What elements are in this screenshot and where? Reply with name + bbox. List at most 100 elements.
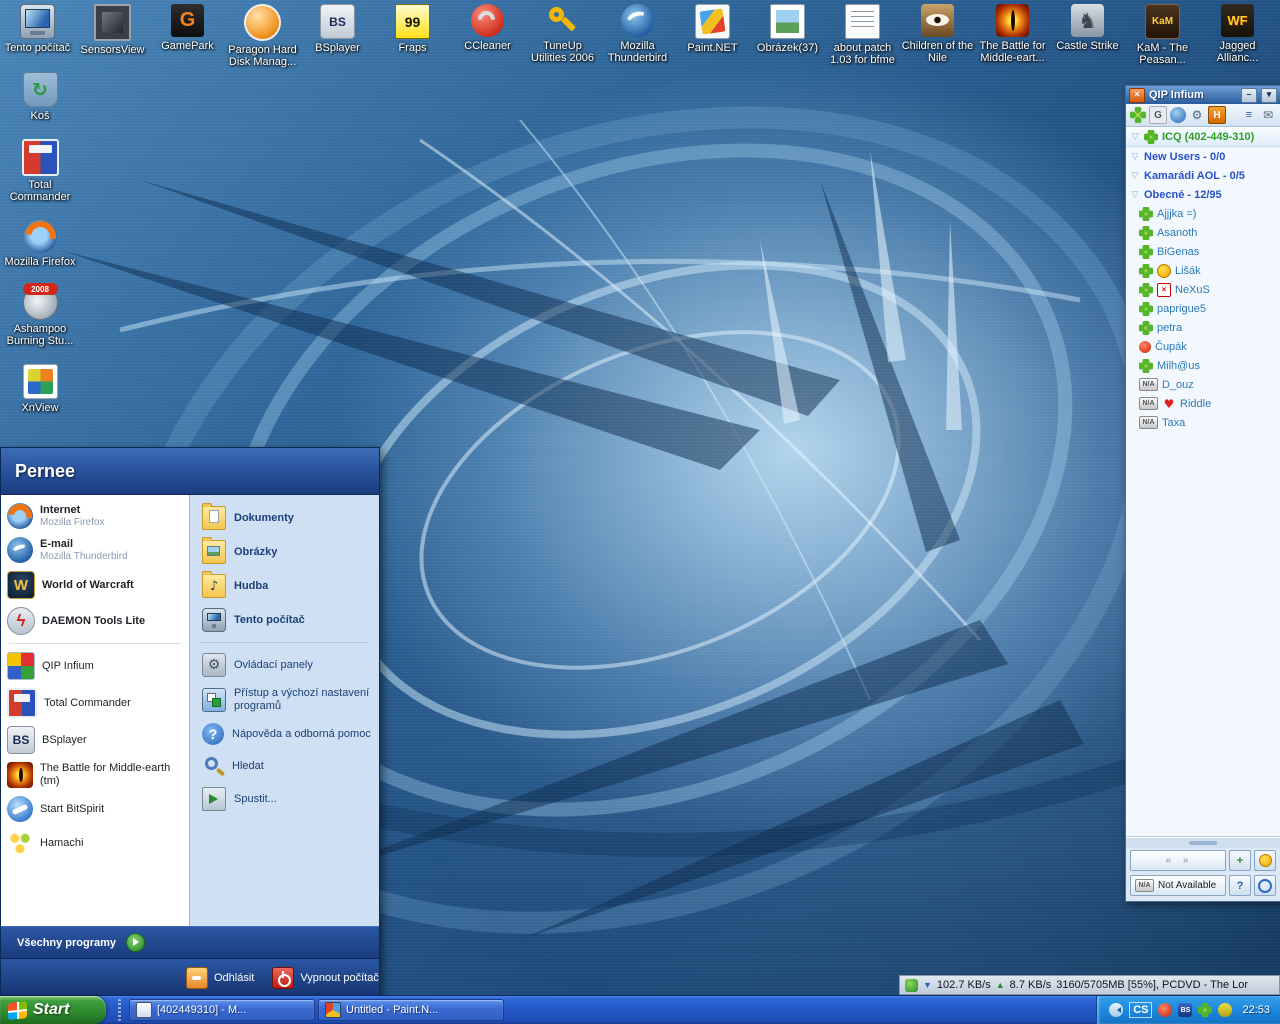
start-menu-item-internet[interactable]: InternetMozilla Firefox bbox=[3, 499, 187, 533]
start-menu-item-hledat[interactable]: Hledat bbox=[192, 750, 377, 782]
jabber-globe-icon[interactable] bbox=[1170, 107, 1186, 123]
start-menu-item-bitspirit[interactable]: Start BitSpirit bbox=[3, 792, 187, 826]
desktop-icon-total-commander[interactable]: Total Commander bbox=[1, 139, 79, 203]
start-menu-item-battle-for-middle-earth[interactable]: The Battle for Middle-earth (tm) bbox=[3, 758, 187, 792]
start-menu-item-tento-pocitac[interactable]: Tento počítač bbox=[192, 603, 377, 637]
taskbar-task-paintnet[interactable]: Untitled - Paint.N... bbox=[318, 999, 504, 1021]
start-menu-item-obrazky[interactable]: Obrázky bbox=[192, 535, 377, 569]
desktop-icon-children-of-the-nile[interactable]: Children of the Nile bbox=[900, 4, 975, 68]
start-menu-item-hamachi[interactable]: Hamachi bbox=[3, 826, 187, 860]
qip-tray-icon[interactable] bbox=[1198, 1003, 1212, 1017]
qip-title-bar[interactable]: × QIP Infium – ▾ bbox=[1126, 86, 1280, 104]
qip-contact-row[interactable]: NeXuS bbox=[1126, 280, 1280, 299]
qip-contact-row[interactable]: Asanoth bbox=[1126, 223, 1280, 242]
desktop-icon-castle-strike[interactable]: Castle Strike bbox=[1050, 4, 1125, 68]
net-monitor-icon[interactable] bbox=[905, 979, 918, 992]
window-menu-icon[interactable]: ▾ bbox=[1261, 88, 1277, 103]
settings-gear-icon[interactable]: ⚙ bbox=[1189, 107, 1205, 123]
contact-list-icon[interactable]: ≡ bbox=[1241, 107, 1257, 123]
bsplayer-tray-icon[interactable] bbox=[1178, 1003, 1192, 1017]
desktop-icon-bsplayer[interactable]: BSplayer bbox=[300, 4, 375, 68]
smiley-button[interactable] bbox=[1254, 850, 1276, 871]
desktop-icon-battle-for-middle-earth[interactable]: The Battle for Middle-eart... bbox=[975, 4, 1050, 68]
gtalk-icon[interactable]: G bbox=[1149, 106, 1167, 124]
mail-icon[interactable]: ✉ bbox=[1260, 107, 1276, 123]
desktop-icon-tento-pocitac[interactable]: Tento počítač bbox=[0, 4, 75, 68]
collapse-arrow-icon[interactable] bbox=[1130, 131, 1140, 142]
desktop-icon-label: Paint.NET bbox=[687, 42, 737, 54]
qip-contact-row[interactable]: BiGenas bbox=[1126, 242, 1280, 261]
help-button[interactable] bbox=[1229, 875, 1251, 896]
desktop-icon-label: Mozilla Firefox bbox=[5, 256, 76, 268]
start-menu-item-qip-infium[interactable]: QIP Infium bbox=[3, 648, 187, 684]
desktop-icon-fraps[interactable]: Fraps bbox=[375, 4, 450, 68]
history-icon[interactable]: H bbox=[1208, 106, 1226, 124]
splitter-handle[interactable] bbox=[1126, 837, 1280, 848]
start-menu-item-dokumenty[interactable]: Dokumenty bbox=[192, 501, 377, 535]
desktop-icon-paragon[interactable]: Paragon Hard Disk Manag... bbox=[225, 4, 300, 68]
connection-button[interactable] bbox=[1254, 875, 1276, 896]
flower-status-icon bbox=[1139, 359, 1153, 373]
desktop-icon-paintnet[interactable]: Paint.NET bbox=[675, 4, 750, 68]
qip-contact-row[interactable]: paprigue5 bbox=[1126, 299, 1280, 318]
qip-contact-row[interactable]: Taxa bbox=[1126, 413, 1280, 432]
qip-contact-row[interactable]: Milh@us bbox=[1126, 356, 1280, 375]
desktop-icon-firefox[interactable]: Mozilla Firefox bbox=[1, 220, 79, 268]
minimize-icon[interactable]: – bbox=[1241, 88, 1257, 103]
start-menu-item-email[interactable]: E-mailMozilla Thunderbird bbox=[3, 533, 187, 567]
desktop-icon-obrazek[interactable]: Obrázek(37) bbox=[750, 4, 825, 68]
start-menu-item-world-of-warcraft[interactable]: World of Warcraft bbox=[3, 567, 187, 603]
desktop-icon-thunderbird[interactable]: Mozilla Thunderbird bbox=[600, 4, 675, 68]
start-menu-item-bsplayer[interactable]: BSplayer bbox=[3, 722, 187, 758]
desktop-icon-tuneup[interactable]: TuneUp Utilities 2006 bbox=[525, 4, 600, 68]
add-contact-button[interactable] bbox=[1229, 850, 1251, 871]
desktop-icon-ccleaner[interactable]: CCleaner bbox=[450, 4, 525, 68]
language-indicator[interactable]: CS bbox=[1129, 1002, 1152, 1018]
shutdown-button[interactable]: Vypnout počítač bbox=[272, 967, 378, 989]
collapse-arrow-icon[interactable] bbox=[1130, 170, 1140, 181]
volume-icon[interactable] bbox=[1218, 1003, 1232, 1017]
start-button[interactable]: Start bbox=[0, 996, 106, 1024]
qip-contact-row[interactable]: Riddle bbox=[1126, 394, 1280, 413]
desktop-icon-kos[interactable]: Koš bbox=[1, 72, 79, 122]
qip-contact-row[interactable]: Čupák bbox=[1126, 337, 1280, 356]
desktop-icon-ashampoo[interactable]: Ashampoo Burning Stu... bbox=[1, 285, 79, 347]
collapse-arrow-icon[interactable] bbox=[1130, 151, 1140, 162]
icq-flower-icon[interactable] bbox=[1130, 107, 1146, 123]
taskbar-task-qip-message[interactable]: [402449310] - M... bbox=[129, 999, 315, 1021]
desktop-icon-jagged-alliance[interactable]: Jagged Allianc... bbox=[1200, 4, 1275, 68]
desktop-icon-sensorsview[interactable]: SensorsView bbox=[75, 4, 150, 68]
start-menu-item-ovladaci-panely[interactable]: Ovládací panely bbox=[192, 648, 377, 682]
desktop-icon-kam[interactable]: KaM - The Peasan... bbox=[1125, 4, 1200, 68]
start-menu-item-sublabel: Mozilla Thunderbird bbox=[40, 551, 128, 563]
logoff-button[interactable]: Odhlásit bbox=[186, 967, 254, 989]
qip-contact-row[interactable]: petra bbox=[1126, 318, 1280, 337]
all-programs-button[interactable]: Všechny programy bbox=[1, 926, 379, 958]
hide-icons-chevron[interactable] bbox=[1109, 1003, 1123, 1017]
status-selector[interactable]: Not Available bbox=[1130, 875, 1226, 896]
start-menu-item-napoveda[interactable]: Nápověda a odborná pomoc bbox=[192, 718, 377, 750]
collapse-arrow-icon[interactable] bbox=[1130, 189, 1140, 200]
start-menu-item-pristup-a-vychozi-nastaveni[interactable]: Přístup a výchozí nastavení programů bbox=[192, 682, 377, 718]
taskbar-separator bbox=[118, 999, 121, 1021]
qip-contact-row[interactable]: D_ouz bbox=[1126, 375, 1280, 394]
start-menu-item-hudba[interactable]: Hudba bbox=[192, 569, 377, 603]
start-menu-item-total-commander[interactable]: Total Commander bbox=[3, 684, 187, 722]
qip-group-kamaradi-aol[interactable]: Kamarádi AOL - 0/5 bbox=[1126, 166, 1280, 185]
start-menu-item-spustit[interactable]: Spustit... bbox=[192, 782, 377, 816]
qip-group-new-users[interactable]: New Users - 0/0 bbox=[1126, 147, 1280, 166]
desktop-icon-about-patch[interactable]: about patch 1.03 for bfme bbox=[825, 4, 900, 68]
start-menu-item-sublabel: Mozilla Firefox bbox=[40, 517, 104, 529]
qip-contact-row[interactable]: Lišák bbox=[1126, 261, 1280, 280]
close-icon[interactable]: × bbox=[1129, 88, 1145, 103]
qip-group-obecne[interactable]: Obecné - 12/95 bbox=[1126, 185, 1280, 204]
start-menu-item-label: Hledat bbox=[232, 760, 264, 773]
message-window-icon bbox=[136, 1002, 152, 1018]
start-menu-item-daemon-tools[interactable]: DAEMON Tools Lite bbox=[3, 603, 187, 639]
qip-contact-row[interactable]: Ajjjka =) bbox=[1126, 204, 1280, 223]
desktop-icon-gamepark[interactable]: GamePark bbox=[150, 4, 225, 68]
desktop-icon-xnview[interactable]: XnView bbox=[1, 364, 79, 414]
daemon-tray-icon[interactable] bbox=[1158, 1003, 1172, 1017]
qip-account-header[interactable]: ICQ (402-449-310) bbox=[1126, 127, 1280, 147]
qip-banner[interactable]: « » bbox=[1130, 850, 1226, 871]
